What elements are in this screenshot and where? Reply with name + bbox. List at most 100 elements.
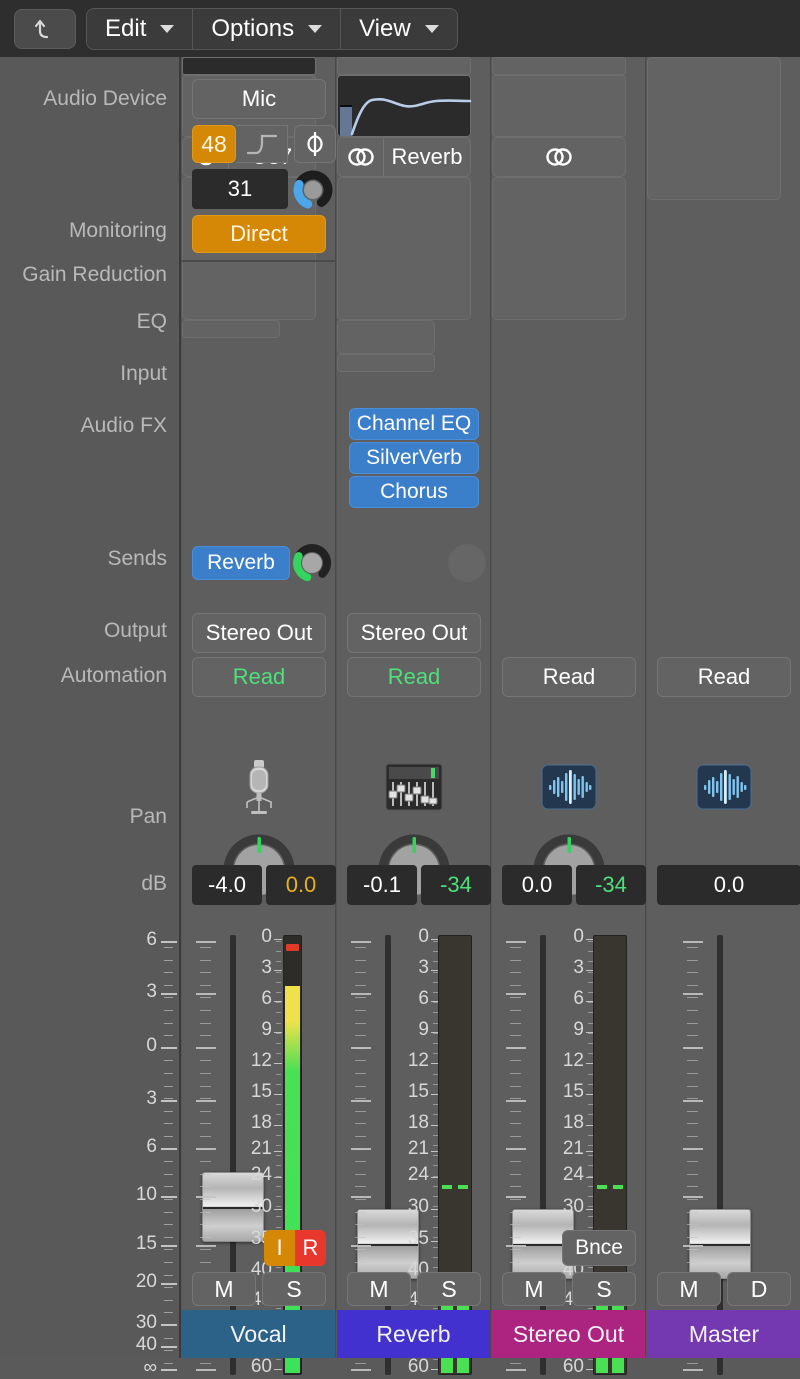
meter-scale-tick: 18 <box>395 1112 429 1134</box>
solo-button[interactable]: S <box>417 1272 481 1306</box>
fader-tick <box>683 1100 703 1102</box>
fader-scale-line <box>161 1283 177 1285</box>
volume-value-field[interactable]: -4.0 <box>192 865 262 905</box>
output-button[interactable]: Stereo Out <box>192 613 326 653</box>
fader-minor-tick <box>510 1262 521 1263</box>
automation-mode-button[interactable]: Read <box>192 657 326 697</box>
peak-value-field[interactable]: 0.0 <box>266 865 336 905</box>
channel-name-strip[interactable]: Master <box>647 1310 800 1358</box>
fader-minor-tick <box>687 1111 698 1112</box>
audio-device-source-button[interactable]: Mic <box>192 79 326 119</box>
solo-button[interactable]: S <box>572 1272 636 1306</box>
highpass-filter-icon[interactable] <box>236 125 288 163</box>
fader-minor-tick <box>355 1123 366 1124</box>
automation-mode-button[interactable]: Read <box>347 657 481 697</box>
meter-scale-tick: 21 <box>550 1138 584 1160</box>
volume-fader[interactable] <box>689 1209 751 1279</box>
audio-fx-slot-2[interactable]: SilverVerb <box>349 442 479 474</box>
fader-minor-tick <box>200 960 211 961</box>
meter-scale-minor-tick <box>276 1023 281 1024</box>
eq-thumbnail[interactable] <box>337 75 471 137</box>
mute-button[interactable]: M <box>657 1272 721 1306</box>
undo-arrow-icon[interactable] <box>14 9 76 49</box>
meter-scale-tick: 0 <box>395 926 429 948</box>
fader-minor-tick <box>200 1123 211 1124</box>
fader-minor-tick <box>200 1199 211 1200</box>
row-label-eq: EQ <box>137 310 167 334</box>
fader-scale-line <box>161 1346 177 1348</box>
volume-value-field[interactable]: 0.0 <box>657 865 800 905</box>
fader-tick <box>506 1196 526 1198</box>
fader-scale-minor-tick <box>164 947 173 948</box>
gain-knob-icon[interactable] <box>292 169 334 211</box>
fader-minor-tick <box>687 1023 698 1024</box>
volume-value-field[interactable]: -0.1 <box>347 865 417 905</box>
meter-scale-minor-tick <box>276 1053 281 1054</box>
gain-value-field[interactable]: 31 <box>192 169 288 209</box>
send-slot-1[interactable]: Reverb <box>192 546 290 580</box>
automation-mode-button[interactable]: Read <box>657 657 791 697</box>
output-button[interactable]: Stereo Out <box>347 613 481 653</box>
mute-button[interactable]: M <box>347 1272 411 1306</box>
channel-name-strip[interactable]: Vocal <box>182 1310 335 1358</box>
input-monitor-button[interactable]: I <box>264 1230 295 1266</box>
input-slot[interactable] <box>492 137 626 177</box>
meter-scale-minor-tick <box>276 941 281 942</box>
volume-value-field[interactable]: 0.0 <box>502 865 572 905</box>
fader-scale-minor-tick <box>164 1060 173 1061</box>
eq-thumbnail[interactable] <box>492 75 626 137</box>
meter-scale-tick: 24 <box>550 1164 584 1186</box>
mute-button[interactable]: M <box>502 1272 566 1306</box>
mixer-console-icon[interactable] <box>378 757 450 817</box>
send-level-knob-icon[interactable] <box>292 543 332 583</box>
fader-track[interactable] <box>540 935 546 1375</box>
menu-view[interactable]: View <box>341 9 457 49</box>
waveform-icon[interactable] <box>533 757 605 817</box>
fader-minor-tick <box>687 1237 698 1238</box>
fader-track[interactable] <box>717 935 723 1375</box>
menu-edit[interactable]: Edit <box>87 9 193 49</box>
fader-minor-tick <box>200 1060 211 1061</box>
send-slot-2[interactable] <box>337 354 435 372</box>
fader-minor-tick <box>200 1010 211 1011</box>
channel-name-strip[interactable]: Reverb <box>337 1310 490 1358</box>
peak-value-field[interactable]: -34 <box>576 865 646 905</box>
waveform-icon[interactable] <box>688 757 760 817</box>
peak-value-field[interactable]: -34 <box>421 865 491 905</box>
stereo-circles-icon[interactable] <box>493 138 625 176</box>
audio-fx-slot-3[interactable]: Chorus <box>349 476 479 508</box>
bounce-button[interactable]: Bnce <box>562 1230 636 1266</box>
record-enable-button[interactable]: R <box>295 1230 326 1266</box>
meter-scale-tick: 30 <box>238 1196 272 1218</box>
stereo-circles-icon[interactable] <box>338 138 384 176</box>
fader-track[interactable] <box>385 935 391 1375</box>
input-slot[interactable]: Reverb <box>337 137 471 177</box>
microphone-icon[interactable] <box>223 757 295 817</box>
send-slot-1[interactable] <box>337 320 435 354</box>
fader-minor-tick <box>200 1363 211 1364</box>
channel-name-strip[interactable]: Stereo Out <box>492 1310 645 1358</box>
channel-strip-reverb: Reverb Channel EQSilverVerbChorus Stereo O… <box>337 57 491 1358</box>
audio-fx-slot-1[interactable]: Channel EQ <box>349 408 479 440</box>
fader-scale-tick: 6 <box>117 1136 157 1158</box>
fader-minor-tick <box>510 1086 521 1087</box>
fader-tick <box>196 993 216 995</box>
fader-minor-tick <box>200 1023 211 1024</box>
meter-scale-minor-tick <box>276 1074 281 1075</box>
phase-invert-icon[interactable] <box>294 125 336 163</box>
monitoring-button[interactable]: Direct <box>192 215 326 253</box>
solo-button[interactable]: D <box>727 1272 791 1306</box>
fader-minor-tick <box>510 1073 521 1074</box>
fader-scale-tick: 3 <box>117 1088 157 1110</box>
mute-button[interactable]: M <box>192 1272 256 1306</box>
fader-track[interactable] <box>230 935 236 1375</box>
fader-scale-minor-tick <box>164 1161 173 1162</box>
menu-options[interactable]: Options <box>193 9 341 49</box>
send-level-knob-icon[interactable] <box>447 543 487 583</box>
solo-button[interactable]: S <box>262 1272 326 1306</box>
phantom-power-button[interactable]: 48 <box>192 125 236 163</box>
automation-mode-button[interactable]: Read <box>502 657 636 697</box>
meter-scale-minor-tick <box>276 1084 281 1085</box>
send-slot-2[interactable] <box>182 320 280 338</box>
meter-scale-minor-tick <box>276 1125 281 1126</box>
